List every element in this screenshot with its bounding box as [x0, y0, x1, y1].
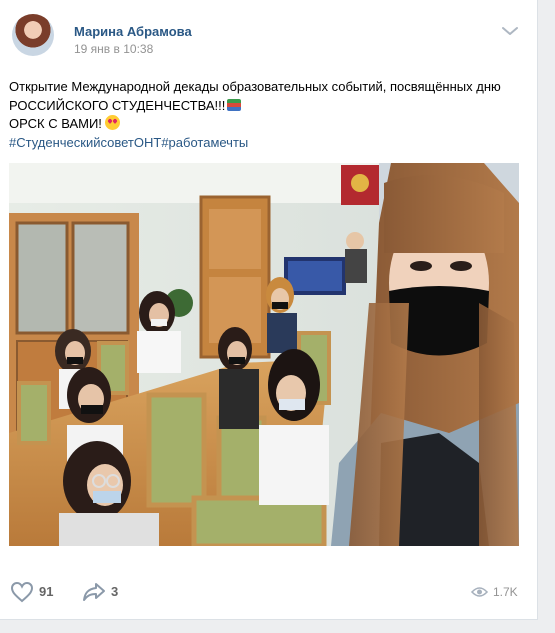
author-name[interactable]: Марина Абрамова: [74, 24, 192, 39]
views-count: 1.7K: [493, 585, 518, 599]
post-hashtags[interactable]: #СтуденческийсоветОНТ#работамечты: [9, 134, 524, 153]
post-text: Открытие Международной декады образовате…: [9, 78, 524, 152]
post-date[interactable]: 19 янв в 10:38: [74, 42, 153, 56]
heart-eyes-emoji-icon: [104, 115, 120, 130]
shares-count[interactable]: 3: [111, 584, 118, 599]
post-text-line: Открытие Международной декады образовате…: [9, 79, 501, 94]
chevron-down-icon[interactable]: [500, 24, 520, 38]
books-emoji-icon: [227, 98, 242, 111]
post-text-line: ОРСК С ВАМИ!: [9, 116, 102, 131]
share-arrow-icon[interactable]: [82, 581, 106, 603]
post-text-line: РОССИЙСКОГО СТУДЕНЧЕСТВА!!!: [9, 97, 226, 113]
post-photo[interactable]: [9, 163, 519, 546]
eye-icon: [471, 587, 488, 597]
author-avatar[interactable]: [12, 14, 54, 56]
post-card: Марина Абрамова 19 янв в 10:38 Открытие …: [0, 0, 538, 620]
heart-icon[interactable]: [10, 581, 34, 603]
likes-count[interactable]: 91: [39, 584, 53, 599]
